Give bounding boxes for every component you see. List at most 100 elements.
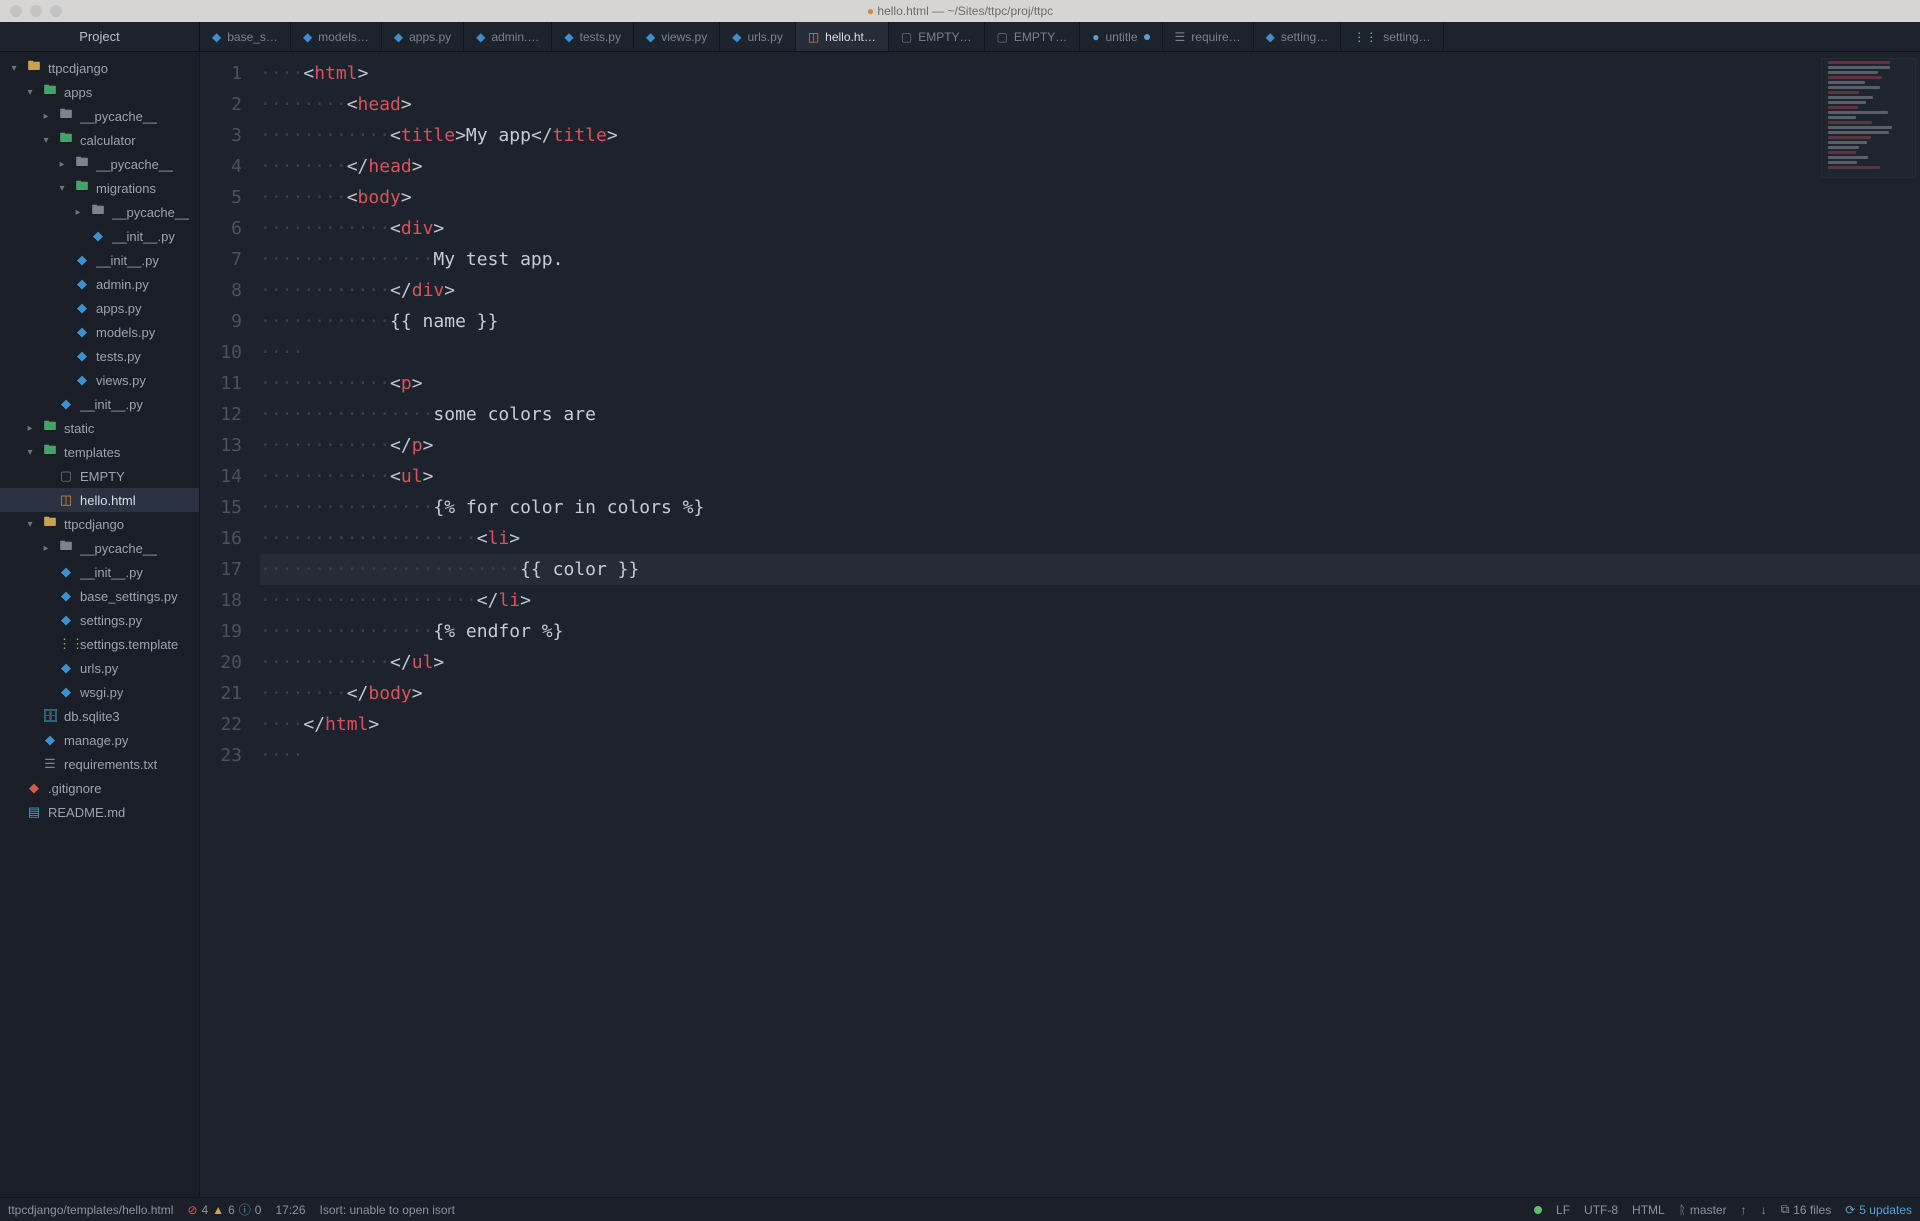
tree-item-settingstemplate[interactable]: ⋮⋮settings.template bbox=[0, 632, 199, 656]
tree-item-adminpy[interactable]: ◆admin.py bbox=[0, 272, 199, 296]
minimap[interactable] bbox=[1821, 58, 1916, 178]
code-line[interactable]: ············</p> bbox=[260, 430, 1920, 461]
chevron-down-icon[interactable]: ▾ bbox=[24, 87, 36, 98]
code-line[interactable]: ····<html> bbox=[260, 58, 1920, 89]
tab-testspy[interactable]: ◆tests.py bbox=[552, 22, 634, 51]
code-line[interactable]: ················{% endfor %} bbox=[260, 616, 1920, 647]
tree-item-calculator[interactable]: ▾🖿calculator bbox=[0, 128, 199, 152]
isort-status[interactable]: Isort: unable to open isort bbox=[320, 1203, 455, 1217]
tab-appspy[interactable]: ◆apps.py bbox=[382, 22, 464, 51]
tree-item-static[interactable]: ▸🖿static bbox=[0, 416, 199, 440]
tree-item-requirementstxt[interactable]: ☰requirements.txt bbox=[0, 752, 199, 776]
tree-item-dbsqlite3[interactable]: 🗄db.sqlite3 bbox=[0, 704, 199, 728]
code-line[interactable]: ····</html> bbox=[260, 709, 1920, 740]
tab-empty[interactable]: ▢EMPTY… bbox=[985, 22, 1081, 51]
chevron-down-icon[interactable]: ▾ bbox=[56, 183, 68, 194]
code-line[interactable]: ···· bbox=[260, 740, 1920, 771]
tree-item-appspy[interactable]: ◆apps.py bbox=[0, 296, 199, 320]
minimize-traffic-light[interactable] bbox=[30, 5, 42, 17]
tree-item-__init__py[interactable]: ◆__init__.py bbox=[0, 560, 199, 584]
code-line[interactable]: ············<div> bbox=[260, 213, 1920, 244]
tree-item-__pycache__[interactable]: ▸🖿__pycache__ bbox=[0, 536, 199, 560]
tab-base_s[interactable]: ◆base_s… bbox=[200, 22, 291, 51]
package-updates[interactable]: ⟳ 5 updates bbox=[1845, 1203, 1912, 1217]
linter-status[interactable] bbox=[1534, 1206, 1542, 1214]
chevron-down-icon[interactable]: ▾ bbox=[8, 63, 20, 74]
code-line[interactable]: ············</div> bbox=[260, 275, 1920, 306]
tree-item-ttpcdjango[interactable]: ▾🖿ttpcdjango bbox=[0, 56, 199, 80]
code-line[interactable]: ························{{ color }} bbox=[260, 554, 1920, 585]
chevron-down-icon[interactable]: ▾ bbox=[24, 447, 36, 458]
tree-item-hellohtml[interactable]: ◫hello.html bbox=[0, 488, 199, 512]
code-line[interactable]: ················My test app. bbox=[260, 244, 1920, 275]
code-line[interactable]: ············</ul> bbox=[260, 647, 1920, 678]
tree-item-urlspy[interactable]: ◆urls.py bbox=[0, 656, 199, 680]
code-line[interactable]: ················{% for color in colors %… bbox=[260, 492, 1920, 523]
changed-files[interactable]: ⧉ 16 files bbox=[1781, 1202, 1832, 1217]
code-line[interactable]: ····················</li> bbox=[260, 585, 1920, 616]
tab-setting[interactable]: ◆setting… bbox=[1254, 22, 1342, 51]
code-line[interactable]: ········<body> bbox=[260, 182, 1920, 213]
code-line[interactable]: ········</head> bbox=[260, 151, 1920, 182]
code-line[interactable]: ···· bbox=[260, 337, 1920, 368]
tree-item-settingspy[interactable]: ◆settings.py bbox=[0, 608, 199, 632]
chevron-down-icon[interactable]: ▾ bbox=[24, 519, 36, 530]
file-language[interactable]: HTML bbox=[1632, 1203, 1665, 1217]
tree-item-__init__py[interactable]: ◆__init__.py bbox=[0, 224, 199, 248]
tree-item-modelspy[interactable]: ◆models.py bbox=[0, 320, 199, 344]
chevron-right-icon[interactable]: ▸ bbox=[40, 543, 52, 554]
line-ending[interactable]: LF bbox=[1556, 1203, 1570, 1217]
tab-viewspy[interactable]: ◆views.py bbox=[634, 22, 720, 51]
code-area[interactable]: ····<html>········<head>············<tit… bbox=[256, 52, 1920, 1197]
project-tree[interactable]: ▾🖿ttpcdjango▾🖿apps▸🖿__pycache__▾🖿calcula… bbox=[0, 52, 200, 1197]
tab-models[interactable]: ◆models… bbox=[291, 22, 382, 51]
tab-setting[interactable]: ⋮⋮setting… bbox=[1341, 22, 1443, 51]
tree-item-wsgipy[interactable]: ◆wsgi.py bbox=[0, 680, 199, 704]
code-line[interactable]: ········</body> bbox=[260, 678, 1920, 709]
git-push[interactable]: ↑ bbox=[1741, 1203, 1747, 1217]
close-traffic-light[interactable] bbox=[10, 5, 22, 17]
project-panel-tab[interactable]: Project bbox=[0, 22, 200, 51]
code-line[interactable]: ············<p> bbox=[260, 368, 1920, 399]
diagnostics-summary[interactable]: ⊘4 ▲6 ⓘ0 bbox=[187, 1201, 261, 1218]
code-line[interactable]: ········<head> bbox=[260, 89, 1920, 120]
status-file-path[interactable]: ttpcdjango/templates/hello.html bbox=[8, 1203, 173, 1217]
tree-item-__pycache__[interactable]: ▸🖿__pycache__ bbox=[0, 152, 199, 176]
tree-item-__pycache__[interactable]: ▸🖿__pycache__ bbox=[0, 200, 199, 224]
tree-item-__pycache__[interactable]: ▸🖿__pycache__ bbox=[0, 104, 199, 128]
tree-item-__init__py[interactable]: ◆__init__.py bbox=[0, 248, 199, 272]
tree-item-testspy[interactable]: ◆tests.py bbox=[0, 344, 199, 368]
file-encoding[interactable]: UTF-8 bbox=[1584, 1203, 1618, 1217]
tab-urlspy[interactable]: ◆urls.py bbox=[720, 22, 796, 51]
tree-item-ttpcdjango[interactable]: ▾🖿ttpcdjango bbox=[0, 512, 199, 536]
tab-untitle[interactable]: ●untitle bbox=[1080, 22, 1162, 51]
tree-item-migrations[interactable]: ▾🖿migrations bbox=[0, 176, 199, 200]
tree-item-viewspy[interactable]: ◆views.py bbox=[0, 368, 199, 392]
chevron-right-icon[interactable]: ▸ bbox=[72, 207, 84, 218]
tree-item-apps[interactable]: ▾🖿apps bbox=[0, 80, 199, 104]
zoom-traffic-light[interactable] bbox=[50, 5, 62, 17]
code-line[interactable]: ············<ul> bbox=[260, 461, 1920, 492]
tree-item-readmemd[interactable]: ▤README.md bbox=[0, 800, 199, 824]
code-line[interactable]: ················some colors are bbox=[260, 399, 1920, 430]
tree-item-empty[interactable]: ▢EMPTY bbox=[0, 464, 199, 488]
tab-admin[interactable]: ◆admin.… bbox=[464, 22, 552, 51]
cursor-position[interactable]: 17:26 bbox=[275, 1203, 305, 1217]
tab-require[interactable]: ☰require… bbox=[1163, 22, 1254, 51]
code-line[interactable]: ············{{ name }} bbox=[260, 306, 1920, 337]
chevron-down-icon[interactable]: ▾ bbox=[40, 135, 52, 146]
code-line[interactable]: ············<title>My app</title> bbox=[260, 120, 1920, 151]
tab-empty[interactable]: ▢EMPTY… bbox=[889, 22, 985, 51]
chevron-right-icon[interactable]: ▸ bbox=[56, 159, 68, 170]
git-branch[interactable]: ᚱ master bbox=[1679, 1203, 1727, 1217]
code-editor[interactable]: 1234567891011121314151617181920212223 ··… bbox=[200, 52, 1920, 1197]
chevron-right-icon[interactable]: ▸ bbox=[40, 111, 52, 122]
chevron-right-icon[interactable]: ▸ bbox=[24, 423, 36, 434]
tree-item-managepy[interactable]: ◆manage.py bbox=[0, 728, 199, 752]
tree-item-gitignore[interactable]: ◆.gitignore bbox=[0, 776, 199, 800]
tree-item-templates[interactable]: ▾🖿templates bbox=[0, 440, 199, 464]
code-line[interactable]: ····················<li> bbox=[260, 523, 1920, 554]
git-pull[interactable]: ↓ bbox=[1761, 1203, 1767, 1217]
tree-item-base_settingspy[interactable]: ◆base_settings.py bbox=[0, 584, 199, 608]
tab-helloht[interactable]: ◫hello.ht… bbox=[796, 22, 889, 51]
